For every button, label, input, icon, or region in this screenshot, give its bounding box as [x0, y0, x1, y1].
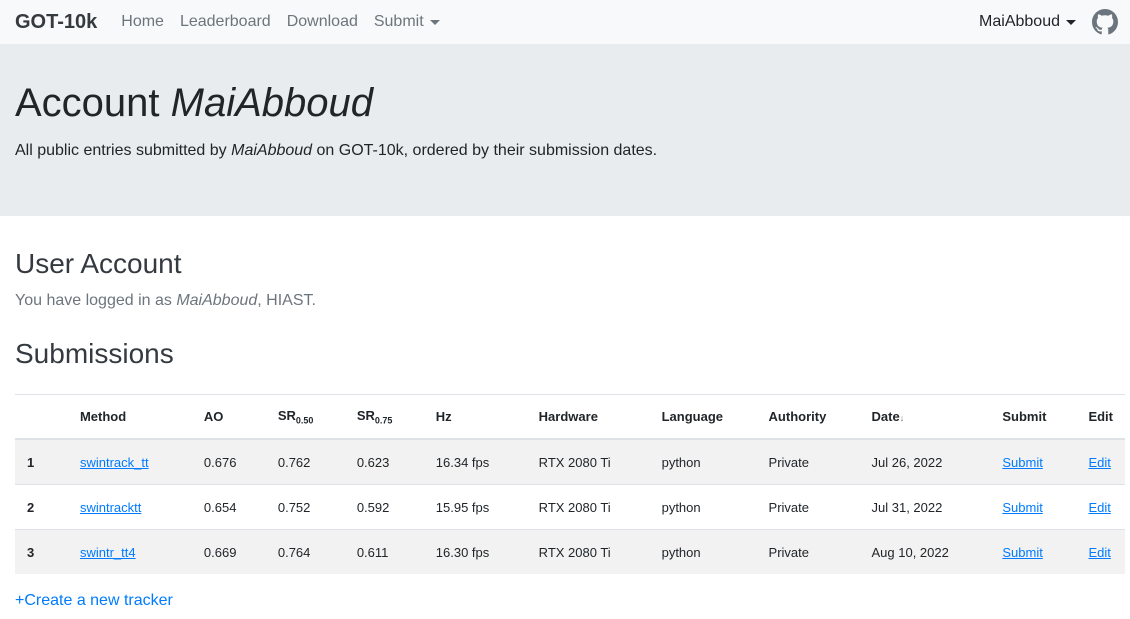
- sr075-cell: 0.611: [344, 529, 424, 574]
- table-row: 3 swintr_tt4 0.669 0.764 0.611 16.30 fps…: [15, 529, 1125, 574]
- authority-cell: Private: [756, 529, 860, 574]
- sr-label: SR: [277, 407, 296, 423]
- table-row: 2 swintracktt 0.654 0.752 0.592 15.95 fp…: [15, 484, 1125, 530]
- login-username: MaiAbboud: [176, 292, 258, 309]
- create-tracker-link[interactable]: +Create a new tracker: [15, 592, 173, 610]
- github-link[interactable]: [1092, 9, 1118, 35]
- language-cell: python: [649, 438, 757, 485]
- ao-cell: 0.654: [191, 484, 266, 530]
- col-sr050: SR0.50: [265, 394, 345, 440]
- submissions-table: Method AO SR0.50 SR0.75 Hz Hardware Lang…: [15, 394, 1125, 574]
- user-account-heading: User Account: [15, 248, 182, 279]
- edit-link[interactable]: Edit: [1088, 545, 1110, 560]
- method-cell: swintr_tt4: [67, 529, 192, 574]
- col-language: Language: [649, 394, 757, 440]
- authority-cell: Private: [756, 484, 860, 530]
- method-cell: swintrack_tt: [67, 438, 192, 485]
- brand-logo[interactable]: GOT-10k: [15, 11, 97, 34]
- date-cell: Jul 31, 2022: [859, 484, 991, 530]
- edit-cell: Edit: [1076, 484, 1125, 530]
- date-cell: Jul 26, 2022: [859, 438, 991, 485]
- hardware-cell: RTX 2080 Ti: [526, 484, 650, 530]
- col-submit: Submit: [990, 394, 1077, 440]
- row-index: 2: [15, 484, 68, 530]
- nav-leaderboard[interactable]: Leaderboard: [180, 13, 271, 31]
- col-hardware: Hardware: [526, 394, 650, 440]
- ao-cell: 0.669: [191, 529, 266, 574]
- user-menu-dropdown[interactable]: MaiAbboud: [979, 13, 1076, 31]
- user-menu-label: MaiAbboud: [979, 13, 1060, 30]
- top-navbar: GOT-10k Home Leaderboard Download Submit…: [0, 0, 1130, 44]
- edit-link[interactable]: Edit: [1088, 455, 1110, 470]
- sr050-cell: 0.764: [265, 529, 345, 574]
- submissions-heading: Submissions: [15, 338, 174, 369]
- hardware-cell: RTX 2080 Ti: [526, 529, 650, 574]
- submit-cell: Submit: [990, 438, 1077, 485]
- sr075-subscript: 0.75: [374, 415, 393, 426]
- github-icon: [1092, 9, 1118, 35]
- nav-submit-dropdown[interactable]: Submit: [374, 13, 440, 31]
- edit-cell: Edit: [1076, 529, 1125, 574]
- sr075-cell: 0.623: [344, 438, 424, 485]
- sr050-cell: 0.762: [265, 438, 345, 485]
- nav-submit-label: Submit: [373, 13, 424, 30]
- method-cell: swintracktt: [67, 484, 192, 530]
- page-description: All public entries submitted by MaiAbbou…: [15, 142, 1115, 160]
- desc-suffix: on GOT-10k, ordered by their submission …: [312, 142, 658, 159]
- sr050-cell: 0.752: [265, 484, 345, 530]
- title-username: MaiAbboud: [170, 81, 374, 125]
- account-jumbotron: Account MaiAbboud All public entries sub…: [0, 44, 1130, 216]
- col-method: Method: [67, 394, 192, 440]
- title-prefix: Account: [15, 81, 171, 125]
- table-header-row: Method AO SR0.50 SR0.75 Hz Hardware Lang…: [15, 394, 1125, 440]
- row-index: 3: [15, 529, 68, 574]
- login-suffix: , HIAST.: [257, 292, 316, 309]
- login-prefix: You have logged in as: [15, 292, 177, 309]
- col-date[interactable]: Date↓: [859, 394, 991, 440]
- method-link[interactable]: swintr_tt4: [80, 545, 136, 560]
- nav-download[interactable]: Download: [287, 13, 358, 31]
- sr050-subscript: 0.50: [295, 415, 314, 426]
- chevron-down-icon: [429, 19, 440, 25]
- sr075-cell: 0.592: [344, 484, 424, 530]
- edit-link[interactable]: Edit: [1088, 500, 1110, 515]
- method-link[interactable]: swintrack_tt: [80, 455, 149, 470]
- col-ao: AO: [191, 394, 266, 440]
- ao-cell: 0.676: [191, 438, 266, 485]
- edit-cell: Edit: [1076, 438, 1125, 485]
- submit-link[interactable]: Submit: [1002, 455, 1042, 470]
- col-edit: Edit: [1076, 394, 1125, 440]
- col-sr075: SR0.75: [344, 394, 424, 440]
- hz-cell: 15.95 fps: [423, 484, 527, 530]
- date-cell: Aug 10, 2022: [859, 529, 991, 574]
- table-row: 1 swintrack_tt 0.676 0.762 0.623 16.34 f…: [15, 438, 1125, 485]
- login-info: You have logged in as MaiAbboud, HIAST.: [15, 292, 1115, 310]
- language-cell: python: [649, 484, 757, 530]
- chevron-down-icon: [1066, 19, 1076, 25]
- method-link[interactable]: swintracktt: [80, 500, 141, 515]
- authority-cell: Private: [756, 438, 860, 485]
- col-index: [15, 394, 68, 440]
- nav-home[interactable]: Home: [121, 13, 164, 31]
- hardware-cell: RTX 2080 Ti: [526, 438, 650, 485]
- sort-down-icon: ↓: [899, 413, 905, 423]
- col-hz: Hz: [423, 394, 527, 440]
- submit-cell: Submit: [990, 529, 1077, 574]
- main-content: User Account You have logged in as MaiAb…: [0, 248, 1130, 610]
- date-label: Date: [871, 409, 900, 424]
- desc-username: MaiAbboud: [231, 142, 313, 159]
- sr-label: SR: [356, 407, 375, 423]
- hz-cell: 16.30 fps: [423, 529, 527, 574]
- hz-cell: 16.34 fps: [423, 438, 527, 485]
- col-authority: Authority: [756, 394, 860, 440]
- row-index: 1: [15, 438, 68, 485]
- page-title: Account MaiAbboud: [15, 80, 1115, 126]
- language-cell: python: [649, 529, 757, 574]
- desc-prefix: All public entries submitted by: [15, 142, 232, 159]
- submit-link[interactable]: Submit: [1002, 500, 1042, 515]
- submit-cell: Submit: [990, 484, 1077, 530]
- submit-link[interactable]: Submit: [1002, 545, 1042, 560]
